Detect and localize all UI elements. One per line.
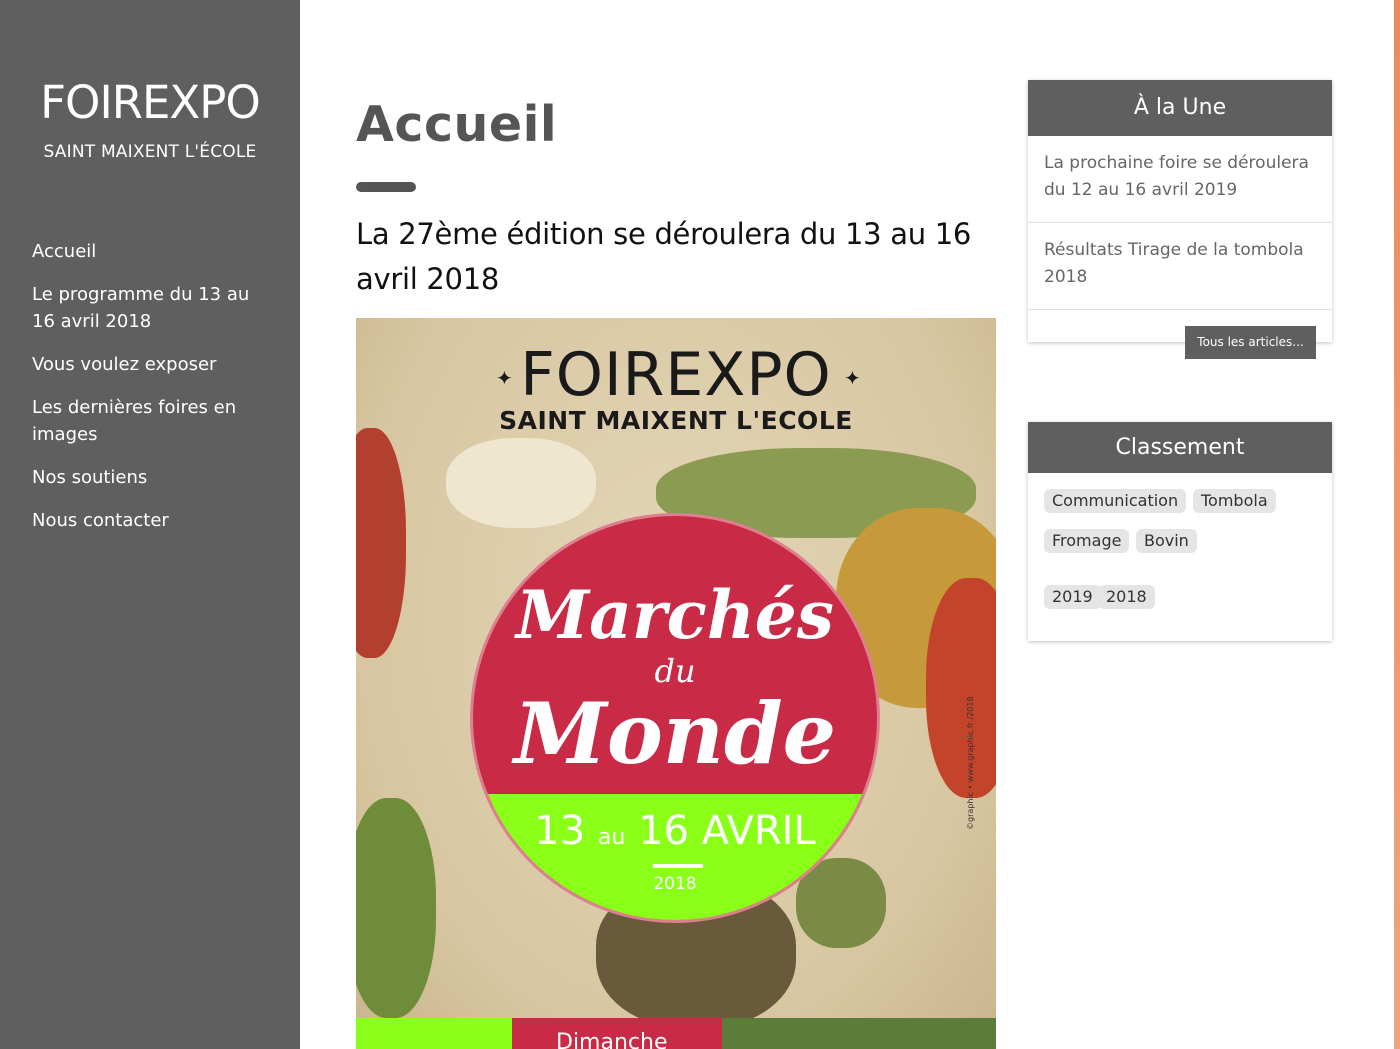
main-nav: Accueil Le programme du 13 au 16 avril 2… [32, 238, 272, 550]
poster-date-end: 16 AVRIL [638, 808, 816, 854]
tag-bovin[interactable]: Bovin [1136, 529, 1197, 553]
tag-communication[interactable]: Communication [1044, 489, 1187, 513]
nav-item-exposer[interactable]: Vous voulez exposer [32, 351, 272, 378]
page-title: Accueil [356, 96, 558, 153]
tag-2019[interactable]: 2019 [1044, 585, 1101, 609]
poster-strip-photo [722, 1018, 996, 1049]
poster-date-start: 13 [534, 808, 586, 854]
sidebar: FOIREXPO SAINT MAIXENT L'ÉCOLE Accueil L… [0, 0, 300, 1049]
title-underline [356, 182, 416, 192]
poster-subtitle: SAINT MAIXENT L'ECOLE [499, 406, 853, 435]
poster-circle: Marchés du Monde 13 au 16 AVRIL 2018 [470, 513, 880, 923]
poster-date-au: au [597, 825, 626, 850]
site-subtitle: SAINT MAIXENT L'ÉCOLE [43, 142, 257, 162]
poster-year: 2018 [653, 874, 697, 894]
tag-fromage[interactable]: Fromage [1044, 529, 1130, 553]
nav-item-soutiens[interactable]: Nos soutiens [32, 464, 272, 491]
nav-item-contact[interactable]: Nous contacter [32, 507, 272, 534]
poster-herbs-left [356, 798, 436, 1018]
tag-2018[interactable]: 2018 [1098, 585, 1155, 609]
event-poster: ✦ ✦ FOIREXPO SAINT MAIXENT L'ECOLE March… [356, 318, 996, 1049]
poster-script-marches: Marchés [516, 576, 834, 654]
poster-date-divider [653, 864, 703, 868]
widget-classement-title: Classement [1028, 422, 1332, 473]
widget-classement: Classement Communication Tombola Fromage… [1028, 422, 1332, 641]
scrollbar-edge[interactable] [1394, 0, 1400, 1049]
lead-text: La 27ème édition se déroulera du 13 au 1… [356, 217, 972, 296]
article-link[interactable]: Résultats Tirage de la tombola 2018 [1028, 223, 1332, 310]
poster-rice [446, 438, 596, 528]
poster-spice-red-left [356, 428, 406, 658]
article-link[interactable]: La prochaine foire se déroulera du 12 au… [1028, 136, 1332, 223]
widget-a-la-une: À la Une La prochaine foire se déroulera… [1028, 80, 1332, 359]
poster-credit: ©graphic • www.graphic.fr /2018 [966, 696, 975, 830]
poster-strip-text: Dimanche [556, 1030, 668, 1049]
nav-item-accueil[interactable]: Accueil [32, 238, 272, 265]
poster-dates: 13 au 16 AVRIL [473, 808, 877, 854]
poster-script-monde: Monde [513, 684, 837, 783]
tag-tombola[interactable]: Tombola [1193, 489, 1276, 513]
poster-chili [926, 578, 996, 798]
all-articles-button[interactable]: Tous les articles... [1185, 326, 1316, 359]
poster-title: FOIREXPO [520, 340, 832, 410]
widget-a-la-une-title: À la Une [1028, 80, 1332, 136]
poster-strip-green [356, 1018, 512, 1049]
site-title[interactable]: FOIREXPO [0, 76, 300, 129]
nav-item-programme[interactable]: Le programme du 13 au 16 avril 2018 [32, 281, 272, 335]
nav-item-foires-images[interactable]: Les dernières foires en images [32, 394, 272, 448]
